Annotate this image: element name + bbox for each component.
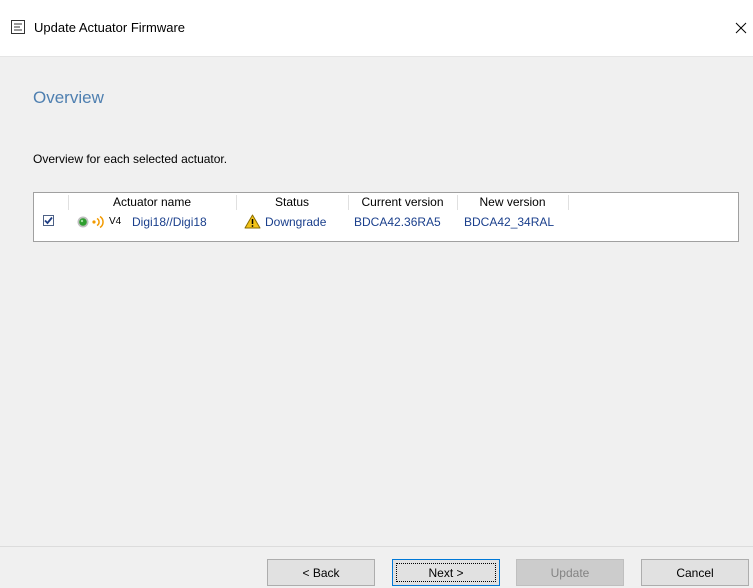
app-icon [11, 20, 25, 34]
row-checkbox[interactable] [43, 215, 54, 226]
focus-rectangle [396, 563, 496, 582]
status-label: Downgrade [265, 215, 327, 229]
new-version: BDCA42_34RAL [464, 215, 555, 229]
cancel-button[interactable]: Cancel [641, 559, 749, 586]
column-header-actuator-name[interactable]: Actuator name [68, 193, 236, 212]
protocol-label: V4 [109, 216, 122, 227]
column-header-current-version[interactable]: Current version [348, 193, 457, 212]
wizard-content: Overview Overview for each selected actu… [0, 57, 753, 546]
column-header-status[interactable]: Status [236, 193, 348, 212]
checkbox-check-icon [44, 216, 53, 225]
actuator-table[interactable]: Actuator name Status Current version New… [33, 192, 739, 242]
wizard-footer: < Back Next > Update Cancel [0, 546, 753, 588]
update-button[interactable]: Update [516, 559, 624, 586]
online-status-icon [77, 216, 89, 228]
signal-icon [92, 215, 104, 229]
column-header-select[interactable] [34, 193, 68, 212]
column-header-new-version[interactable]: New version [457, 193, 568, 212]
table-row[interactable]: V4 Digi18//Digi18 Downgrade BDCA42.36RA5… [34, 212, 738, 232]
back-button[interactable]: < Back [267, 559, 375, 586]
next-button[interactable]: Next > [392, 559, 500, 586]
actuator-name: Digi18//Digi18 [132, 215, 207, 229]
page-title: Overview [33, 88, 104, 107]
close-button[interactable] [728, 12, 753, 44]
window-title: Update Actuator Firmware [34, 20, 186, 35]
warning-icon [244, 214, 261, 229]
page-description: Overview for each selected actuator. [33, 152, 228, 166]
title-bar: Update Actuator Firmware [0, 0, 753, 57]
current-version: BDCA42.36RA5 [354, 215, 441, 229]
close-icon [735, 22, 746, 34]
